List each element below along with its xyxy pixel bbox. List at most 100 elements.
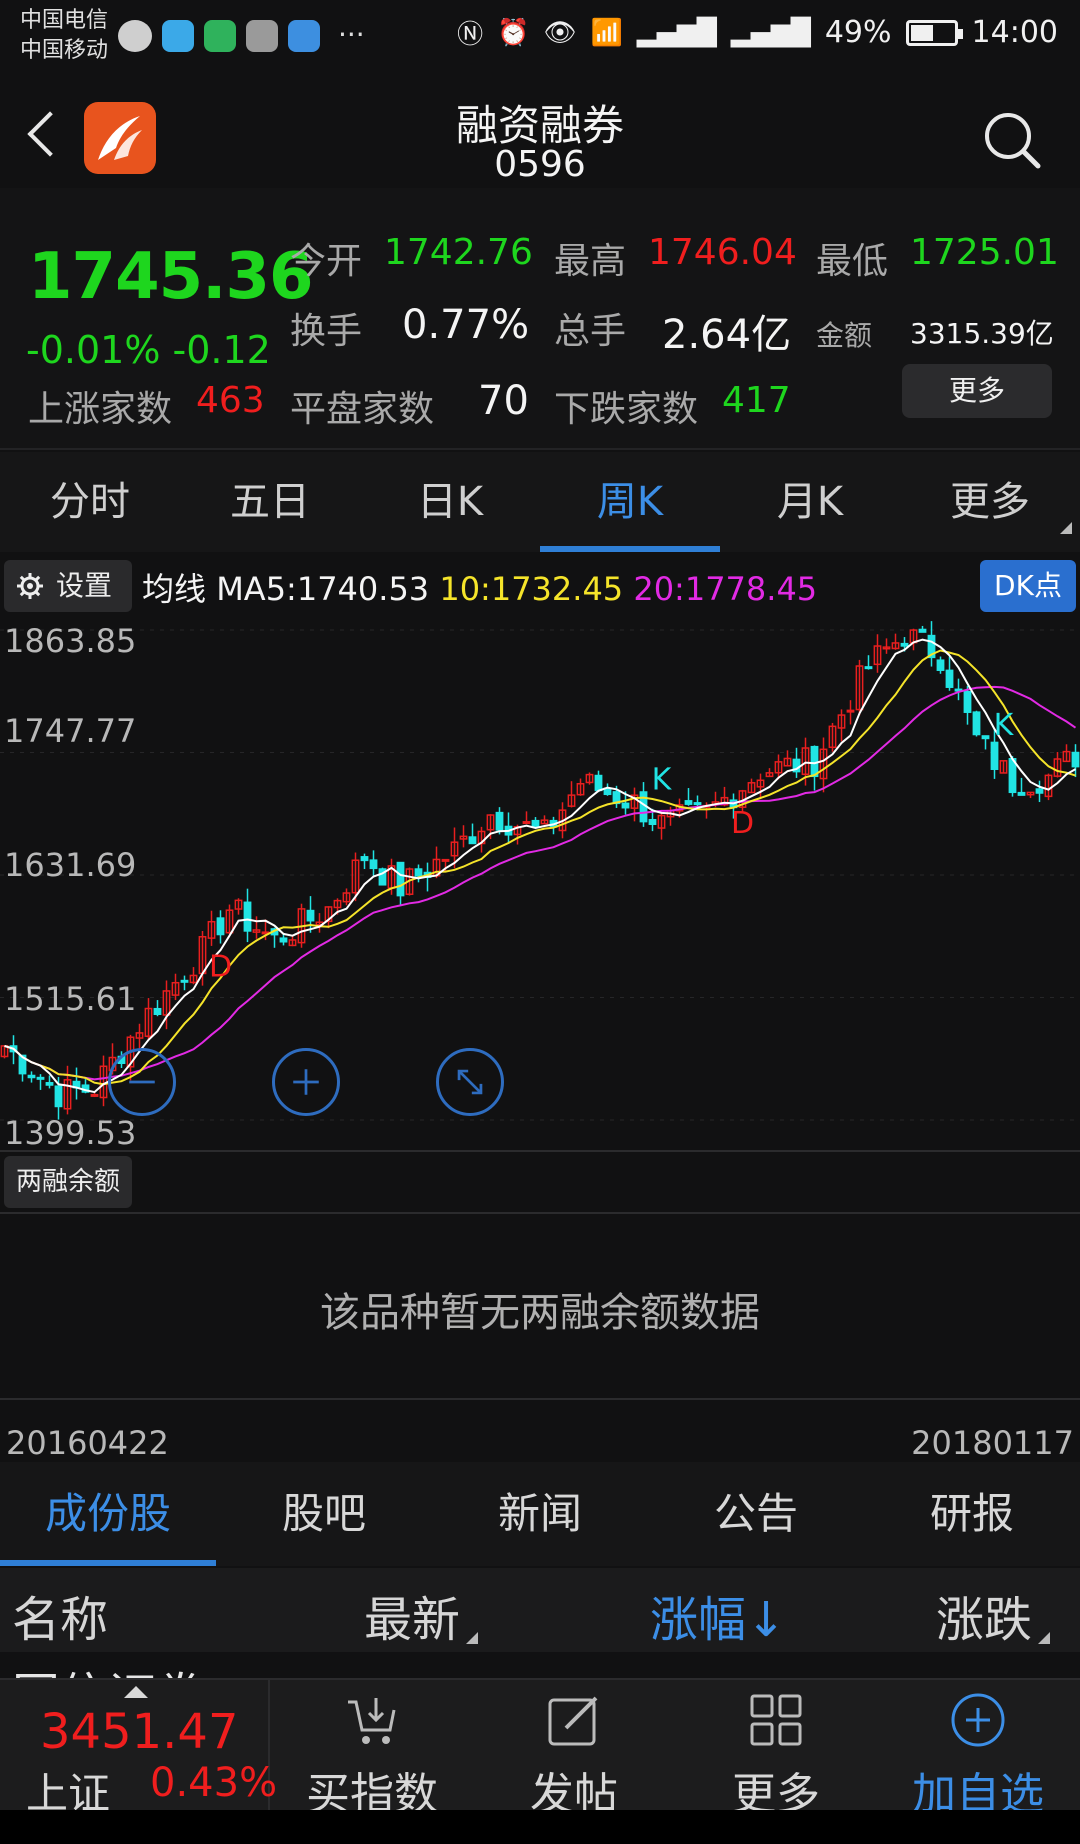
candle-body [846,709,855,713]
content-tab[interactable]: 公告 [648,1462,864,1566]
carrier-info: 中国电信 中国移动 [20,6,108,66]
status-bar: 中国电信 中国移动 ··· Ⓝ ⏰ 👁 📶 ▂▄▆█ ▂▄▆█ 49% 14:0… [0,0,1080,78]
settings-label: 设置 [56,569,113,602]
period-tab[interactable]: 五日 [180,452,360,552]
signal-icon: ▂▄▆█ [636,17,717,48]
content-tab[interactable]: 新闻 [432,1462,648,1566]
candle-body [306,909,315,922]
low-label: 最低 [816,241,889,282]
signal-marker: K [994,708,1015,743]
add-circle-icon [951,1693,1005,1747]
minus-icon [129,1080,155,1084]
candle-body [621,802,630,809]
candle-body [693,802,702,806]
signal-marker: K [652,763,673,798]
clock: 14:00 [971,15,1058,50]
y-tick-label: 1631.69 [4,846,137,884]
ma20-value: 20:1778.45 [633,570,818,608]
candle-body [594,774,603,792]
index-ticker[interactable]: 3451.47 上证 0.43% [0,1680,277,1818]
candle-body [468,836,477,845]
list-item[interactable]: 国信证券 [0,1652,1080,1680]
period-tab-label: 分时 [50,479,130,525]
kline-chart[interactable]: D K D K 1863.85 1747.77 1631.69 1515.61 139… [0,616,1080,1152]
candle-body [990,741,999,771]
down-count-label: 下跌家数 [554,389,699,430]
hand-app-icon [246,20,278,52]
ma-label: 均线 [142,570,207,608]
grid-icon [750,1694,802,1746]
index-value: 3451.47 [40,1704,239,1760]
period-tab-label: 月K [776,479,844,525]
candle-body [180,979,189,983]
period-tab[interactable]: 分时 [0,452,180,552]
y-tick-label: 1747.77 [4,712,137,750]
no-data-message: 该品种暂无两融余额数据 [320,1290,760,1336]
candle-body [414,868,423,877]
down-count-value: 417 [722,380,791,421]
current-price: 1745.36 [28,240,313,314]
candle-body [90,1093,99,1097]
carrier-1: 中国电信 [20,8,109,33]
buy-index-button[interactable]: 买指数 [272,1680,472,1820]
candle-body [864,666,873,670]
start-date: 20160422 [6,1424,169,1462]
period-tab[interactable]: 更多 [900,452,1080,552]
fullscreen-button[interactable] [436,1048,504,1116]
column-change[interactable]: 涨跌 [936,1580,1051,1650]
zoom-in-button[interactable] [272,1048,340,1116]
period-tab[interactable]: 日K [360,452,540,552]
sort-corner-icon [1038,1632,1051,1644]
content-tab[interactable]: 研报 [864,1462,1080,1566]
candle-body [972,711,981,736]
margin-balance-label[interactable]: 两融余额 [4,1156,132,1208]
eye-icon: 👁 [543,17,577,48]
divider [0,1212,1080,1214]
candle-body [936,659,945,671]
caret-up-icon [124,1686,148,1698]
period-tab[interactable]: 月K [720,452,900,552]
column-latest-label: 最新 [364,1592,461,1648]
post-button[interactable]: 发帖 [474,1680,674,1820]
candle-body [441,858,450,862]
candle-body [1035,788,1044,794]
column-latest[interactable]: 最新 [364,1580,479,1650]
content-tab[interactable]: 股吧 [216,1462,432,1566]
signal-marker: D [209,950,232,985]
candle-body [945,669,954,688]
candle-body [369,859,378,870]
column-change-pct[interactable]: 涨幅↓ [650,1580,786,1650]
content-tabs: 成份股 股吧 新闻 公告 研报 [0,1462,1080,1566]
low-value: 1725.01 [910,232,1059,273]
dk-point-button[interactable]: DK点 [980,560,1076,612]
column-name[interactable]: 名称 [12,1580,108,1650]
ma10-value: 10:1732.45 [439,570,624,608]
chart-settings-button[interactable]: 设置 [4,560,132,612]
zoom-out-button[interactable] [108,1048,176,1116]
candle-body [396,861,405,897]
period-tab-label: 日K [416,479,484,525]
content-tab[interactable]: 成份股 [0,1462,216,1566]
quote-panel: 1745.36 -0.01% -0.12 今开 1742.76 最高 1746.… [0,188,1080,450]
high-label: 最高 [554,241,627,282]
add-watchlist-button[interactable]: 加自选 [878,1680,1078,1820]
candle-body [243,901,252,932]
video-app-icon [204,20,236,52]
end-date: 20180117 [911,1424,1074,1462]
candle-body [981,735,990,740]
search-icon[interactable] [980,108,1044,172]
chart-header: 设置 均线 MA5:1740.53 10:1732.45 20:1778.45 … [0,556,1080,616]
period-tab[interactable]: 周K [540,452,720,552]
candle-body [360,856,369,862]
more-quote-button[interactable]: 更多 [902,364,1052,418]
notification-icons: ··· [118,20,365,52]
more-notifications-icon: ··· [338,18,365,51]
period-tab-label: 更多 [950,479,1030,525]
y-tick-label: 1515.61 [4,980,137,1018]
bottom-toolbar: 3451.47 上证 0.43% 买指数 发帖 更多 加自选 [0,1678,1080,1820]
flat-count-label: 平盘家数 [290,389,435,430]
more-button[interactable]: 更多 [676,1680,876,1820]
sort-corner-icon [466,1632,479,1644]
volume-value: 2.64亿 [662,312,792,358]
carrier-2: 中国移动 [20,38,109,63]
